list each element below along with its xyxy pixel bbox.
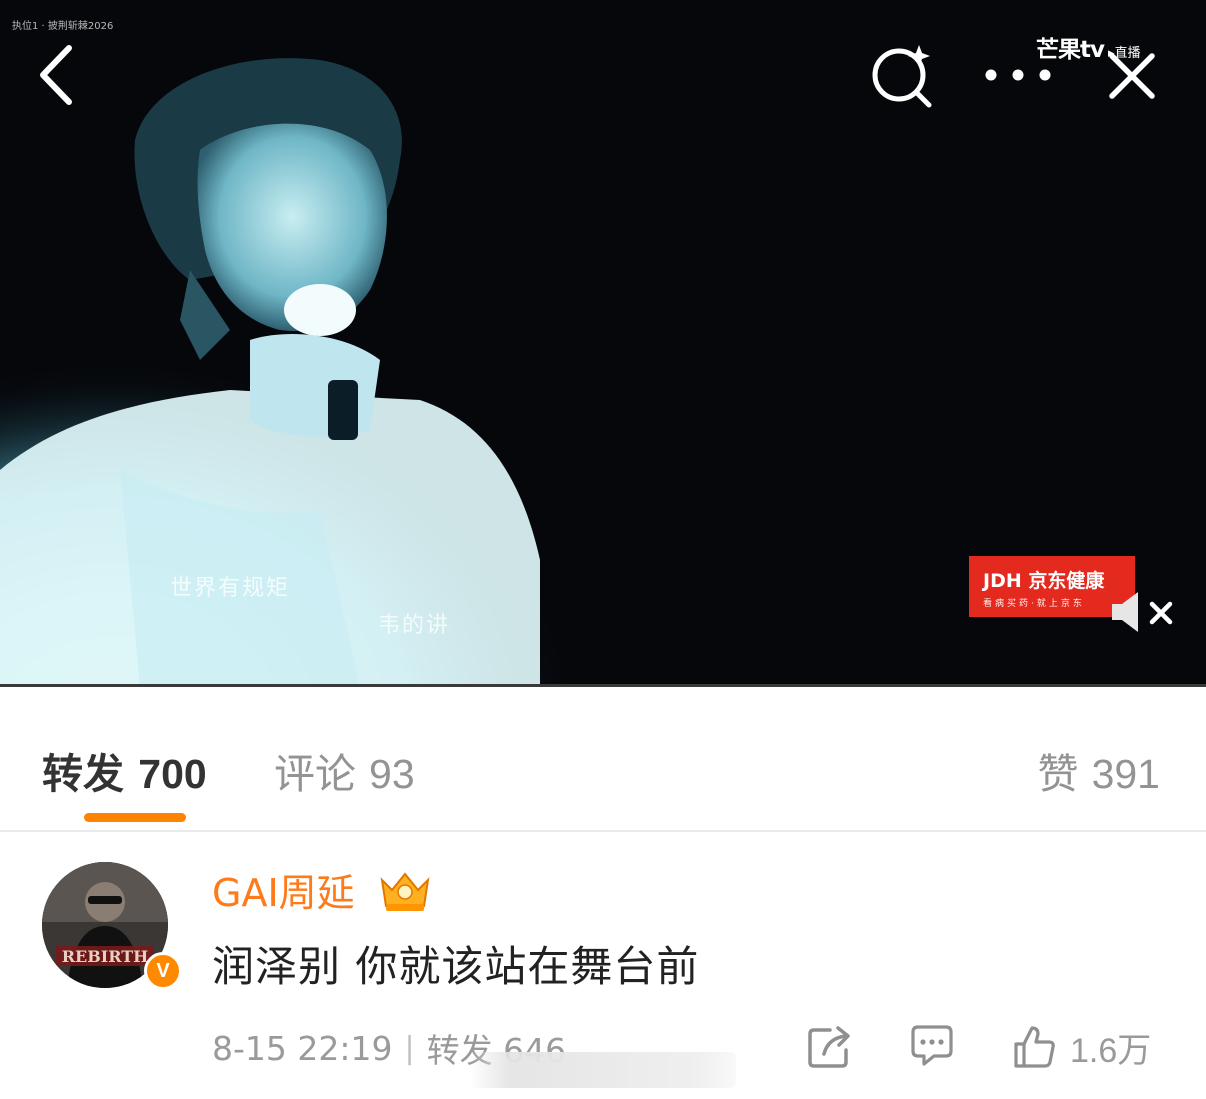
divider <box>0 830 1206 832</box>
user-name[interactable]: GAI周延 <box>212 862 355 917</box>
tab-like-label: 赞 <box>1037 750 1079 798</box>
tab-repost-count: 700 <box>138 751 207 797</box>
comment-button[interactable] <box>910 1022 956 1068</box>
close-button[interactable] <box>1100 44 1164 108</box>
subtitle-line-2: 韦的讲 <box>378 613 451 638</box>
ad-slogan: 看病买药·就上京东 <box>983 599 1085 609</box>
subtitle-line-1: 世界有规矩 <box>170 576 291 601</box>
stat-tabs: 转发 700 评论 93 赞 391 <box>0 688 1206 830</box>
svg-text:REBIRTH: REBIRTH <box>62 947 149 966</box>
blurred-watermark <box>470 1052 736 1088</box>
tab-comment-label: 评论 <box>274 750 356 798</box>
tab-like-count: 391 <box>1091 751 1160 797</box>
video-watermark: 执位1 · 披荆斩棘2026 <box>12 21 114 32</box>
tab-comment-count: 93 <box>369 751 415 797</box>
close-icon <box>1109 53 1155 99</box>
tab-repost[interactable]: 转发 700 <box>42 740 207 800</box>
ad-title: JDH 京东健康 <box>983 570 1105 592</box>
tab-like[interactable]: 赞 391 <box>1038 740 1160 800</box>
share-button[interactable] <box>806 1022 858 1072</box>
search-sparkle-icon <box>872 45 932 108</box>
back-icon <box>40 45 72 105</box>
mute-icon[interactable] <box>1108 588 1178 636</box>
share-icon <box>808 1026 850 1068</box>
like-count: 1.6万 <box>1070 1031 1152 1070</box>
tab-repost-label: 转发 <box>42 750 124 798</box>
like-button[interactable]: 1.6万 <box>1012 1022 1151 1072</box>
more-icon <box>985 69 1051 81</box>
tab-comment[interactable]: 评论 93 <box>274 740 415 800</box>
verified-badge: V <box>144 952 182 990</box>
avatar-container[interactable]: REBIRTH V <box>42 862 182 992</box>
brand-logo: 芒果tv <box>1036 37 1105 63</box>
video-progress-bar[interactable] <box>0 684 1206 687</box>
comment-icon <box>911 1025 953 1066</box>
repost-timestamp: 8-15 22:19 <box>212 1028 393 1068</box>
meta-separator: | <box>404 1030 415 1066</box>
like-icon <box>1014 1026 1055 1068</box>
video-player[interactable]: 执位1 · 披荆斩棘2026 世界有规矩 韦的讲 芒果tv ▸直播 JDH 京东… <box>0 0 1206 687</box>
search-button[interactable] <box>866 40 938 110</box>
repost-text: 润泽别 你就该站在舞台前 <box>212 942 700 991</box>
active-tab-indicator <box>84 813 186 822</box>
crown-icon[interactable] <box>376 866 434 914</box>
back-button[interactable] <box>28 40 82 110</box>
